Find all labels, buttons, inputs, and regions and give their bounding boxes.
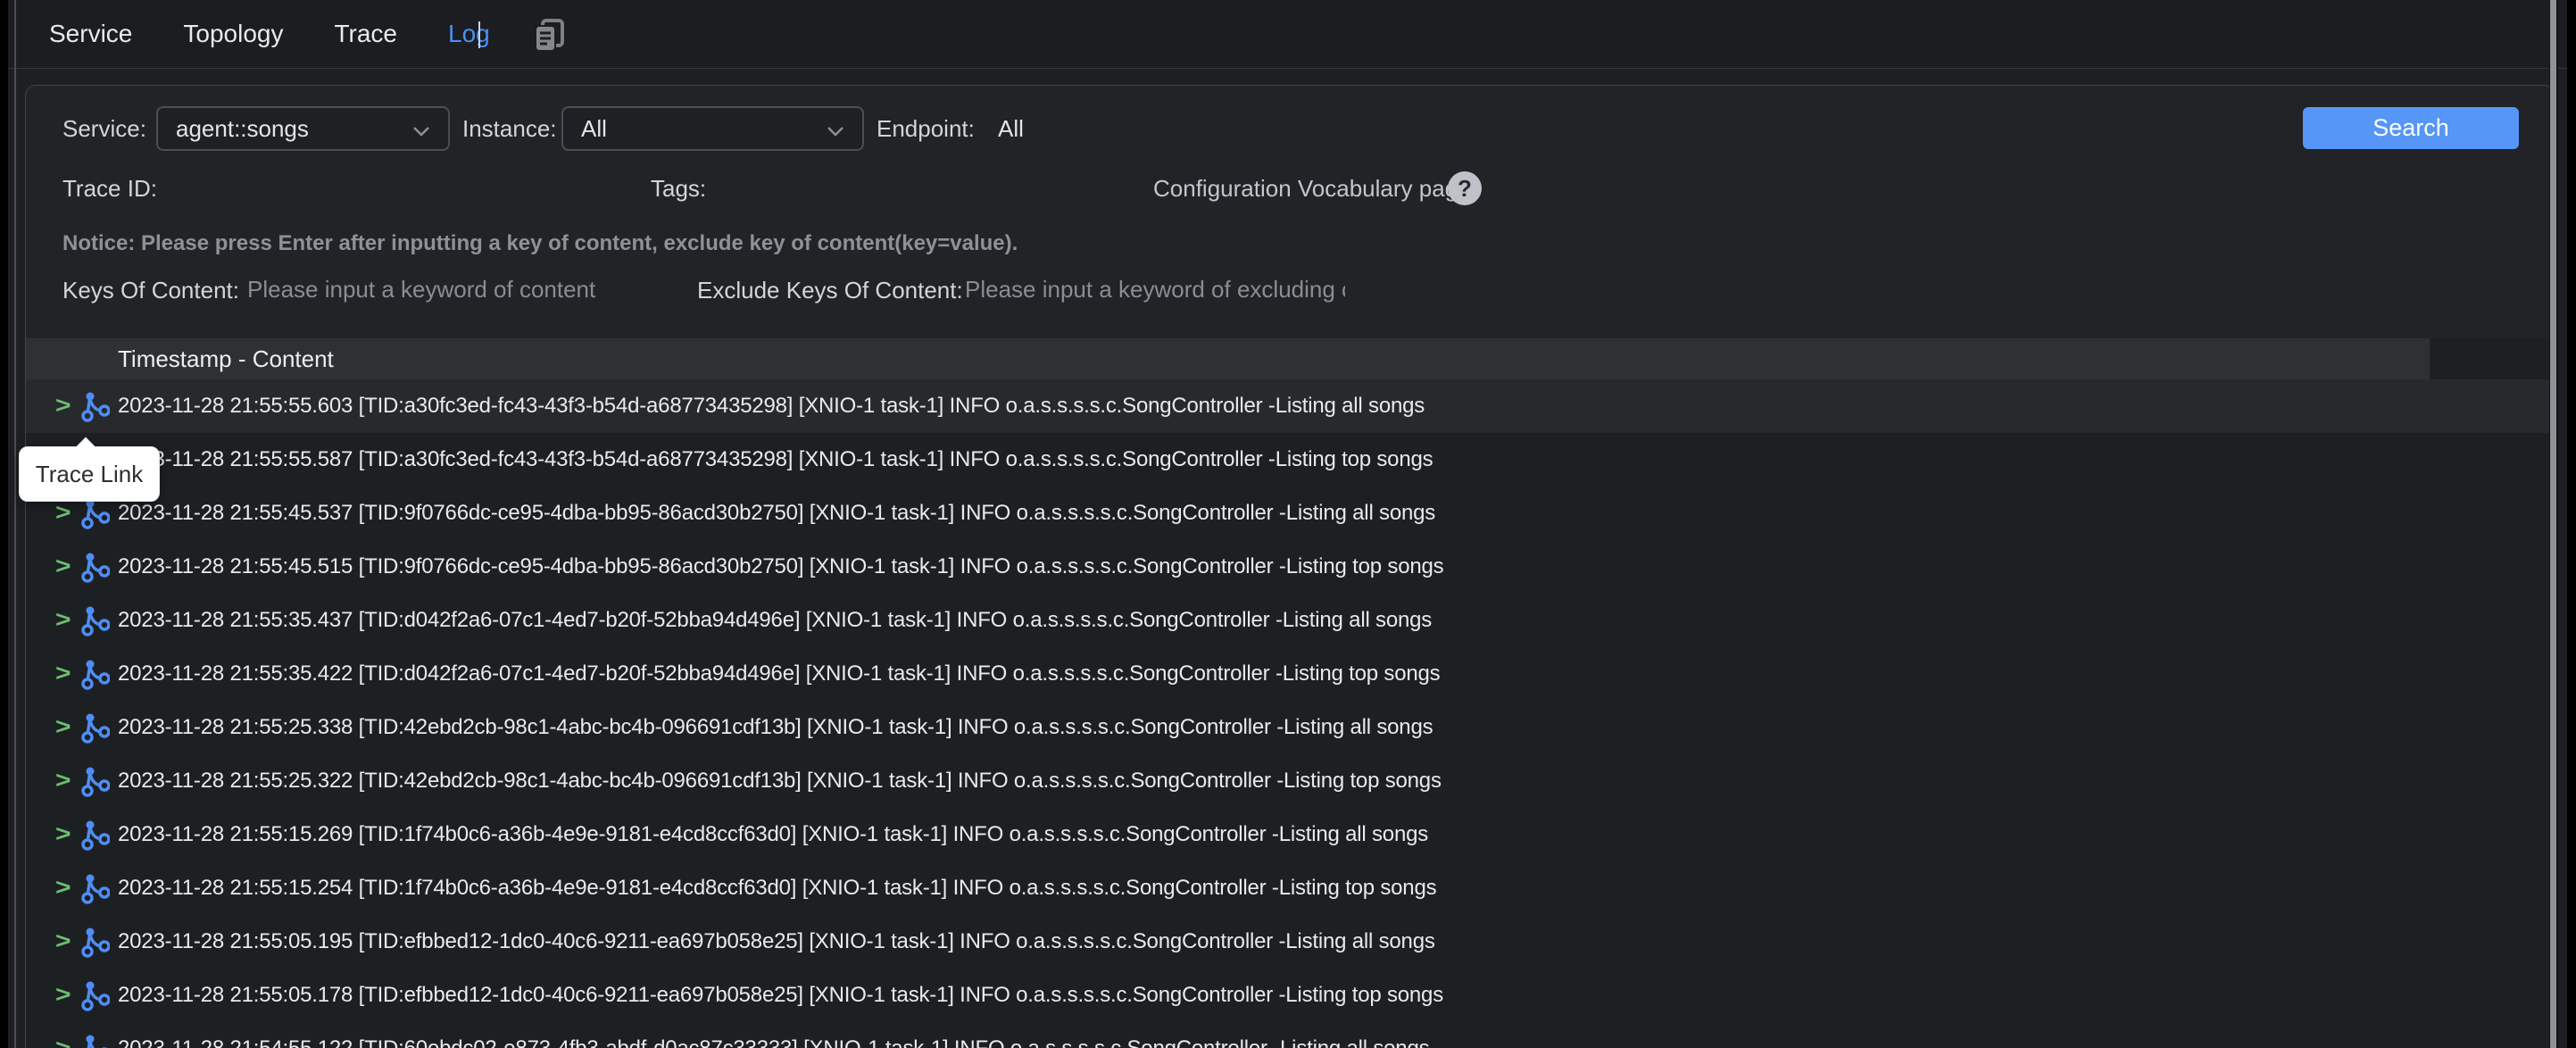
trace-link-tooltip: Trace Link bbox=[19, 446, 160, 502]
exclude-keys-label: Exclude Keys Of Content: bbox=[697, 268, 963, 312]
search-button[interactable]: Search bbox=[2303, 107, 2519, 149]
service-select[interactable]: agent::songs bbox=[156, 106, 450, 151]
help-question-icon[interactable]: ? bbox=[1448, 171, 1482, 205]
scrollbar[interactable] bbox=[2549, 0, 2558, 1048]
trace-link-icon[interactable] bbox=[81, 766, 110, 803]
endpoint-label: Endpoint: bbox=[877, 106, 975, 151]
expand-chevron-icon[interactable]: > bbox=[55, 769, 71, 794]
trace-link-icon[interactable] bbox=[81, 605, 110, 642]
expand-chevron-icon[interactable]: > bbox=[55, 1036, 71, 1048]
endpoint-input[interactable] bbox=[980, 106, 1241, 151]
service-select-value: agent::songs bbox=[176, 108, 309, 149]
notice-text: Notice: Please press Enter after inputti… bbox=[62, 231, 1018, 256]
log-row[interactable]: > 2023-11-28 21:55:15.254 [TID:1f74b0c6-… bbox=[26, 861, 2555, 915]
log-row[interactable]: > 2023-11-28 21:55:25.338 [TID:42ebd2cb-… bbox=[26, 701, 2555, 754]
trace-link-icon[interactable] bbox=[81, 980, 110, 1017]
trace-link-icon[interactable] bbox=[81, 552, 110, 588]
configuration-vocabulary-link[interactable]: Configuration Vocabulary page bbox=[1153, 166, 1471, 211]
tab-service[interactable]: Service bbox=[49, 20, 132, 48]
tab-log[interactable]: Log bbox=[448, 20, 490, 48]
expand-chevron-icon[interactable]: > bbox=[55, 929, 71, 955]
trace-link-icon[interactable] bbox=[81, 659, 110, 695]
trace-link-icon[interactable] bbox=[81, 391, 110, 428]
log-rows: > 2023-11-28 21:55:55.603 [TID:a30fc3ed-… bbox=[26, 379, 2555, 1048]
log-row[interactable]: > 2023-11-28 21:55:05.178 [TID:efbbed12-… bbox=[26, 969, 2555, 1022]
log-row-text: 2023-11-28 21:54:55.122 [TID:60ebdc02-e8… bbox=[118, 1022, 1429, 1048]
tab-topology[interactable]: Topology bbox=[183, 20, 283, 48]
expand-chevron-icon[interactable]: > bbox=[55, 394, 71, 420]
scrollbar-thumb[interactable] bbox=[2550, 0, 2556, 1048]
log-row[interactable]: > 2023-11-28 21:55:55.603 [TID:a30fc3ed-… bbox=[26, 379, 2555, 433]
log-row[interactable]: > 2023-11-28 21:55:45.537 [TID:9f0766dc-… bbox=[26, 487, 2555, 540]
log-row-text: 2023-11-28 21:55:55.603 [TID:a30fc3ed-fc… bbox=[118, 379, 1425, 433]
instance-select[interactable]: All bbox=[561, 106, 864, 151]
log-row-text: 2023-11-28 21:55:15.254 [TID:1f74b0c6-a3… bbox=[118, 861, 1436, 915]
log-row-text: 2023-11-28 21:55:25.338 [TID:42ebd2cb-98… bbox=[118, 701, 1433, 754]
trace-id-input[interactable] bbox=[158, 166, 642, 211]
log-row-text: 2023-11-28 21:55:05.195 [TID:efbbed12-1d… bbox=[118, 915, 1435, 969]
expand-chevron-icon[interactable]: > bbox=[55, 608, 71, 634]
trace-link-icon[interactable] bbox=[81, 712, 110, 749]
window-left-edge bbox=[14, 0, 16, 1048]
tags-input[interactable] bbox=[717, 166, 1149, 211]
exclude-keys-input[interactable] bbox=[947, 268, 1363, 311]
log-row[interactable]: > 2023-11-28 21:55:45.515 [TID:9f0766dc-… bbox=[26, 540, 2555, 594]
log-row-text: 2023-11-28 21:55:35.422 [TID:d042f2a6-07… bbox=[118, 647, 1440, 701]
log-row[interactable]: > 2023-11-28 21:55:05.195 [TID:efbbed12-… bbox=[26, 915, 2555, 969]
expand-chevron-icon[interactable]: > bbox=[55, 876, 71, 902]
log-row-text: 2023-11-28 21:55:15.269 [TID:1f74b0c6-a3… bbox=[118, 808, 1428, 861]
app-window: Service Topology Trace Log Service: agen… bbox=[8, 0, 2567, 1048]
instance-label: Instance: bbox=[462, 106, 557, 151]
log-row-text: 2023-11-28 21:55:25.322 [TID:42ebd2cb-98… bbox=[118, 754, 1442, 808]
tags-label: Tags: bbox=[651, 166, 706, 211]
copy-pages-icon[interactable] bbox=[528, 13, 569, 54]
log-row-text: 2023-11-28 21:55:45.515 [TID:9f0766dc-ce… bbox=[118, 540, 1443, 594]
expand-chevron-icon[interactable]: > bbox=[55, 983, 71, 1009]
log-row-text: 2023-11-28 21:55:45.537 [TID:9f0766dc-ce… bbox=[118, 487, 1435, 540]
log-row[interactable]: > 2023-11-28 21:55:25.322 [TID:42ebd2cb-… bbox=[26, 754, 2555, 808]
chevron-down-icon bbox=[412, 108, 430, 149]
log-row[interactable]: > 2023-11-28 21:54:55.122 [TID:60ebdc02-… bbox=[26, 1022, 2555, 1048]
expand-chevron-icon[interactable]: > bbox=[55, 715, 71, 741]
text-cursor bbox=[478, 21, 480, 48]
log-row[interactable]: > 2023-11-28 21:55:35.437 [TID:d042f2a6-… bbox=[26, 594, 2555, 647]
keys-of-content-label: Keys Of Content: bbox=[62, 268, 239, 312]
log-query-panel: Service: agent::songs Instance: All Endp… bbox=[25, 85, 2555, 1048]
tab-trace[interactable]: Trace bbox=[334, 20, 397, 48]
trace-link-icon[interactable] bbox=[81, 927, 110, 963]
log-row-text: 2023-11-28 21:55:05.178 [TID:efbbed12-1d… bbox=[118, 969, 1443, 1022]
trace-link-icon[interactable] bbox=[81, 819, 110, 856]
trace-link-icon[interactable] bbox=[81, 1034, 110, 1048]
table-header-row: Timestamp - Content bbox=[26, 338, 2430, 379]
table-header-label: Timestamp - Content bbox=[118, 338, 334, 379]
chevron-down-icon bbox=[827, 108, 844, 149]
top-navigation: Service Topology Trace Log bbox=[8, 0, 2567, 69]
log-row[interactable]: > 2023-11-28 21:55:35.422 [TID:d042f2a6-… bbox=[26, 647, 2555, 701]
expand-chevron-icon[interactable]: > bbox=[55, 822, 71, 848]
service-label: Service: bbox=[62, 106, 146, 151]
trace-link-icon[interactable] bbox=[81, 498, 110, 535]
instance-select-value: All bbox=[581, 108, 607, 149]
log-row-text: 2023-11-28 21:55:35.437 [TID:d042f2a6-07… bbox=[118, 594, 1432, 647]
log-row-text: 2023-11-28 21:55:55.587 [TID:a30fc3ed-fc… bbox=[118, 433, 1433, 487]
expand-chevron-icon[interactable]: > bbox=[55, 554, 71, 580]
trace-id-label: Trace ID: bbox=[62, 166, 157, 211]
log-row[interactable]: > 2023-11-28 21:55:55.587 [TID:a30fc3ed-… bbox=[26, 433, 2555, 487]
keys-of-content-input[interactable] bbox=[229, 268, 687, 311]
expand-chevron-icon[interactable]: > bbox=[55, 661, 71, 687]
tooltip-text: Trace Link bbox=[36, 461, 143, 488]
expand-chevron-icon[interactable]: > bbox=[55, 501, 71, 527]
trace-link-icon[interactable] bbox=[81, 873, 110, 910]
log-row[interactable]: > 2023-11-28 21:55:15.269 [TID:1f74b0c6-… bbox=[26, 808, 2555, 861]
